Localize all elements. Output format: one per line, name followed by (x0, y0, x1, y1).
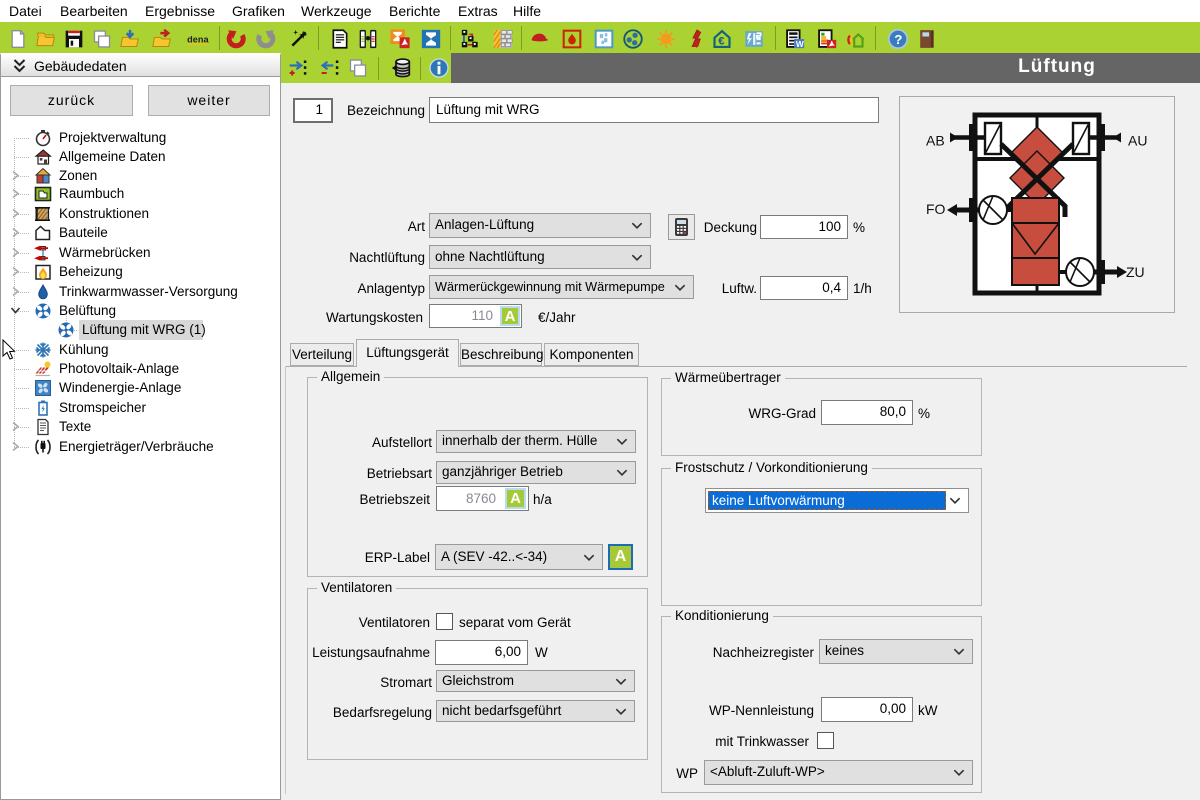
svg-text:ZU: ZU (1126, 264, 1145, 280)
svg-text:€: € (718, 35, 725, 47)
svg-text:dena: dena (187, 34, 209, 44)
svg-text:AB: AB (926, 133, 945, 149)
svg-text:W: W (796, 39, 804, 49)
svg-text:FO: FO (926, 201, 946, 217)
svg-text:?: ? (894, 32, 902, 47)
svg-text:AU: AU (1128, 133, 1147, 149)
